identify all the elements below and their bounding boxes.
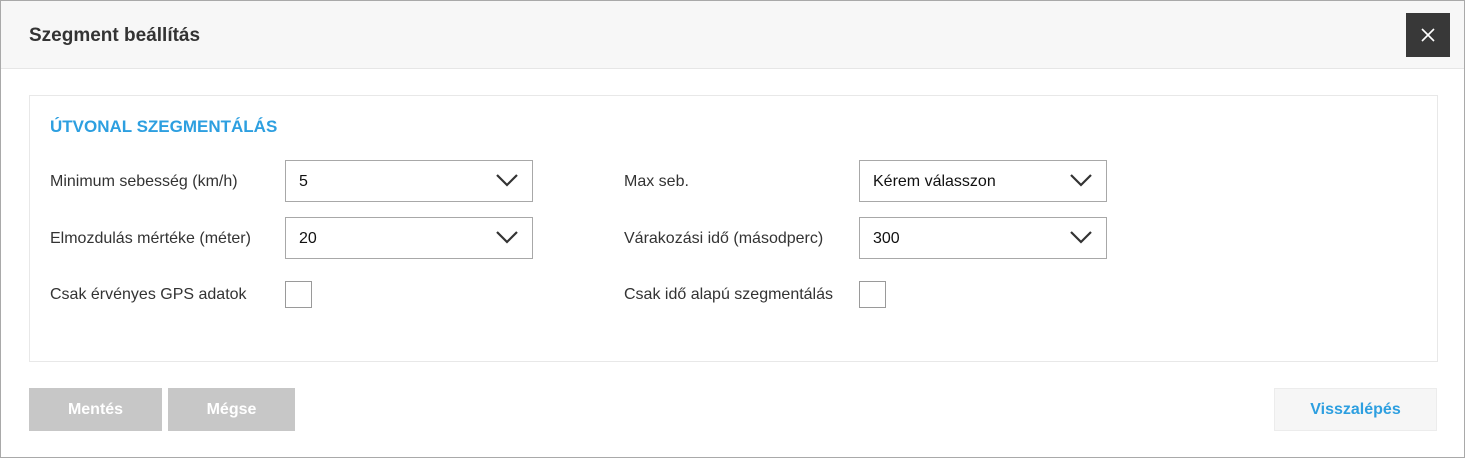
wait-time-value: 300 (873, 230, 900, 247)
max-speed-select[interactable]: Kérem válasszon (859, 160, 1107, 202)
segment-settings-dialog: Szegment beállítás ÚTVONAL SZEGMENTÁLÁS … (0, 0, 1465, 458)
route-segmentation-panel: ÚTVONAL SZEGMENTÁLÁS Minimum sebesség (k… (29, 95, 1438, 362)
save-button[interactable]: Mentés (29, 388, 162, 431)
max-speed-label: Max seb. (624, 173, 689, 190)
chevron-down-icon (496, 231, 518, 244)
time-based-label: Csak idő alapú szegmentálás (624, 286, 834, 303)
chevron-down-icon (1070, 231, 1092, 244)
wait-time-label: Várakozási idő (másodperc) (624, 230, 824, 247)
valid-gps-label: Csak érvényes GPS adatok (50, 286, 247, 303)
chevron-down-icon (496, 174, 518, 187)
min-speed-label: Minimum sebesség (km/h) (50, 173, 238, 190)
min-speed-select[interactable]: 5 (285, 160, 533, 202)
section-title: ÚTVONAL SZEGMENTÁLÁS (50, 117, 278, 136)
wait-time-select[interactable]: 300 (859, 217, 1107, 259)
displacement-select[interactable]: 20 (285, 217, 533, 259)
displacement-label: Elmozdulás mértéke (méter) (50, 230, 251, 247)
dialog-header: Szegment beállítás (1, 1, 1464, 69)
displacement-value: 20 (299, 230, 317, 247)
back-button[interactable]: Visszalépés (1274, 388, 1437, 431)
valid-gps-checkbox[interactable] (285, 281, 312, 308)
time-based-checkbox[interactable] (859, 281, 886, 308)
min-speed-value: 5 (299, 173, 308, 190)
max-speed-value: Kérem válasszon (873, 173, 996, 190)
chevron-down-icon (1070, 174, 1092, 187)
close-button[interactable] (1406, 13, 1450, 57)
cancel-button[interactable]: Mégse (168, 388, 295, 431)
dialog-title: Szegment beállítás (29, 25, 201, 46)
close-icon (1421, 28, 1435, 42)
